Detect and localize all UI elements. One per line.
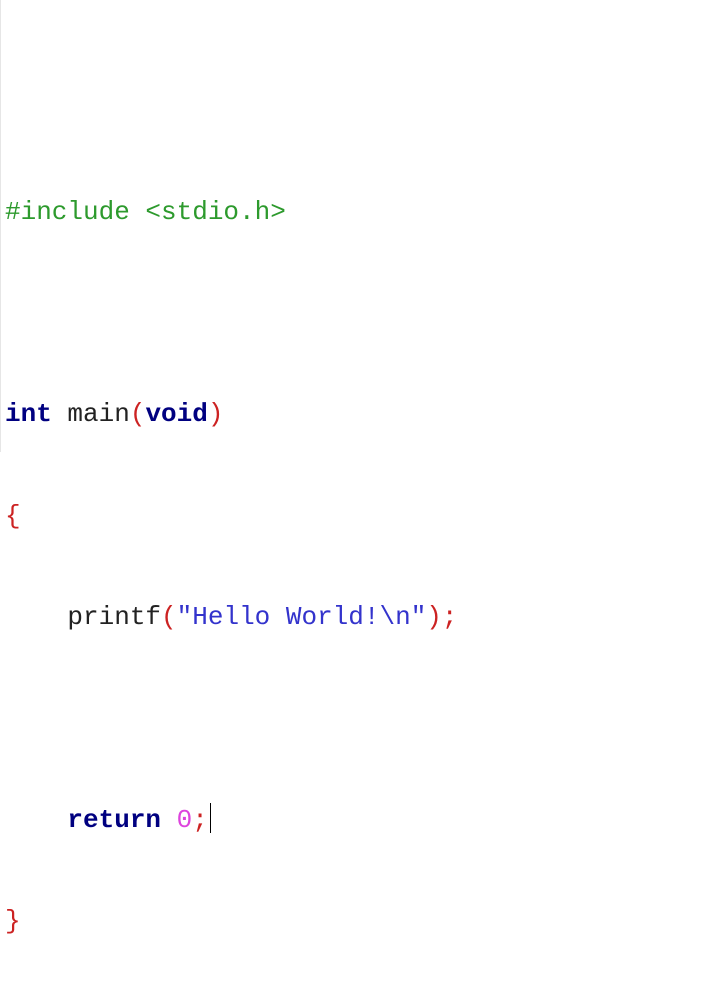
preprocessor-include: #include <stdio.h>: [5, 196, 286, 227]
code-line-return: return 0;: [5, 803, 458, 838]
code-line-include: #include <stdio.h>: [5, 196, 458, 230]
return-semicolon: ;: [192, 804, 208, 835]
code-line-brace-close: }: [5, 905, 458, 939]
code-line-brace-open: {: [5, 500, 458, 534]
brace-open: {: [5, 500, 21, 531]
code-editor[interactable]: #include <stdio.h> int main(void) { prin…: [0, 0, 710, 936]
function-call-printf: printf: [67, 602, 162, 633]
string-literal: "Hello World!\n": [176, 602, 427, 633]
function-name-main: main: [67, 399, 130, 430]
keyword-void: void: [145, 399, 208, 430]
code-line-main-signature: int main(void): [5, 398, 458, 432]
code-area[interactable]: #include <stdio.h> int main(void) { prin…: [5, 128, 458, 1007]
printf-semicolon: ;: [441, 602, 458, 633]
printf-paren-close: ): [426, 602, 442, 633]
keyword-return: return: [67, 804, 162, 835]
paren-open: (: [129, 399, 146, 430]
brace-close: }: [5, 906, 21, 937]
keyword-int: int: [5, 399, 52, 430]
text-caret: [209, 803, 212, 834]
code-line-printf: printf("Hello World!\n");: [5, 601, 458, 635]
paren-close: ): [207, 399, 224, 430]
number-literal: 0: [176, 804, 193, 835]
printf-paren-open: (: [161, 602, 177, 633]
